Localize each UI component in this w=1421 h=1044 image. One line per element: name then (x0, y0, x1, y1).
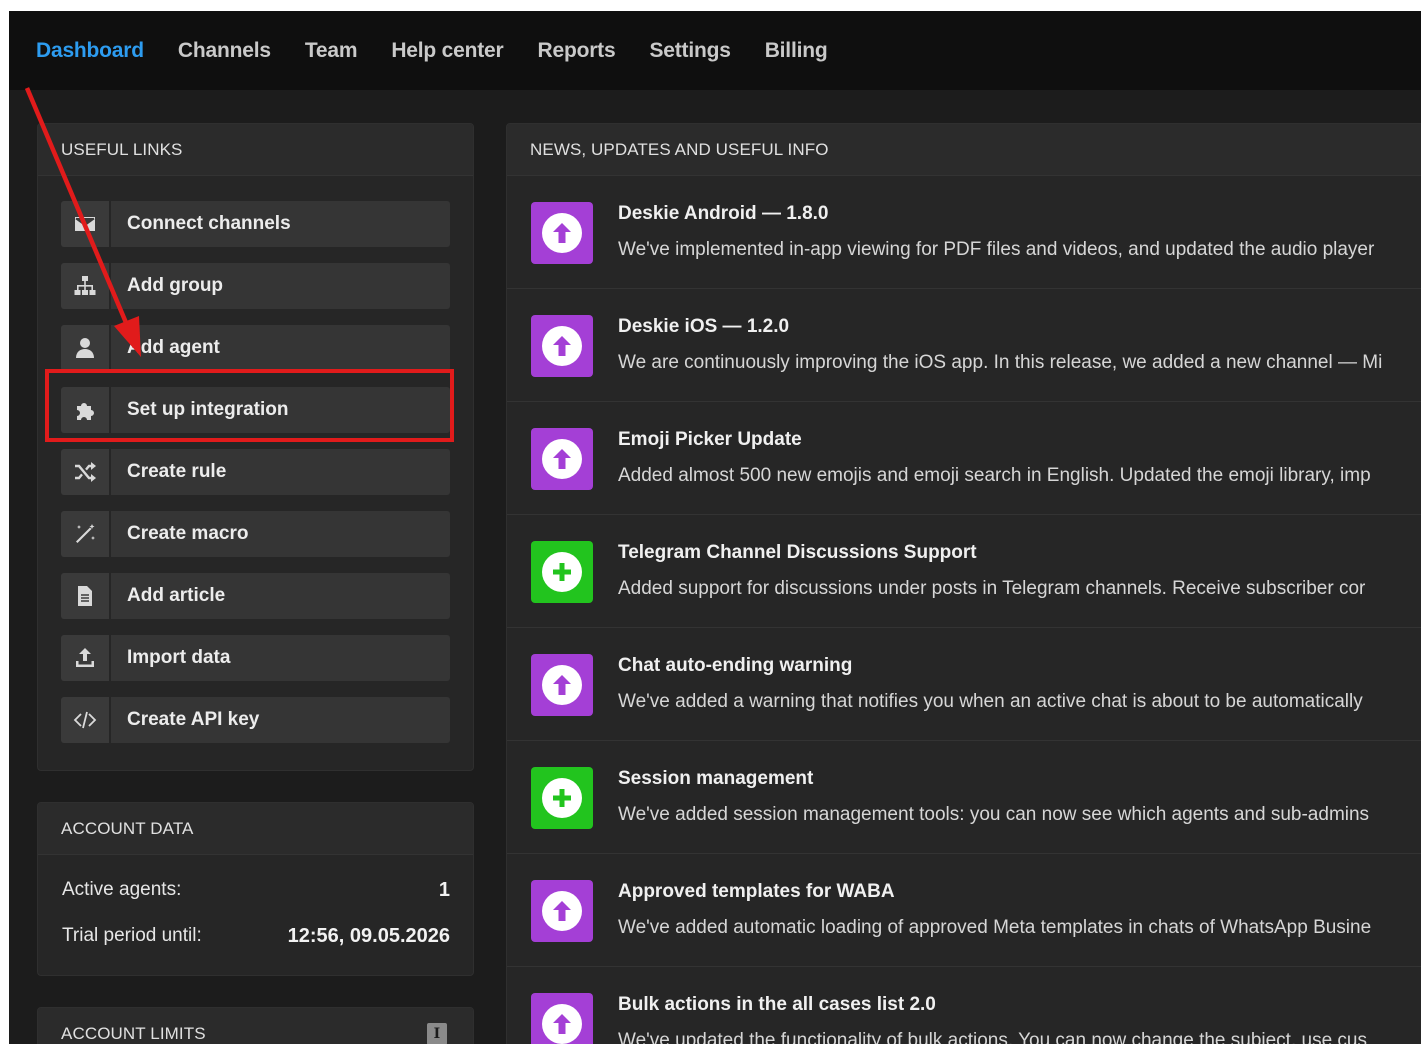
nav-team[interactable]: Team (305, 39, 358, 63)
active-agents-row: Active agents: 1 (38, 867, 473, 913)
plus-icon (531, 767, 593, 829)
news-item-description: We've implemented in-app viewing for PDF… (618, 239, 1375, 260)
news-item-title[interactable]: Chat auto-ending warning (618, 655, 852, 677)
nav-reports[interactable]: Reports (538, 39, 616, 63)
nav-billing[interactable]: Billing (765, 39, 828, 63)
useful-links-panel: USEFUL LINKS Connect channels Add group … (37, 123, 474, 771)
link-label: Add article (111, 573, 450, 619)
document-icon (61, 573, 111, 619)
news-item[interactable]: Emoji Picker Update Added almost 500 new … (507, 402, 1421, 515)
nav-channels[interactable]: Channels (178, 39, 271, 63)
account-limits-title: ACCOUNT LIMITS (61, 1023, 206, 1043)
upload-icon (61, 635, 111, 681)
news-item-description: We've updated the functionality of bulk … (618, 1030, 1367, 1044)
create-api-key-button[interactable]: Create API key (61, 697, 450, 743)
active-agents-value: 1 (438, 878, 450, 901)
magic-wand-icon (61, 511, 111, 557)
news-panel: NEWS, UPDATES AND USEFUL INFO Deskie And… (506, 123, 1421, 1044)
arrow-up-icon (531, 880, 593, 942)
account-data-title: ACCOUNT DATA (38, 803, 473, 855)
add-article-button[interactable]: Add article (61, 573, 450, 619)
sitemap-icon (61, 263, 111, 309)
create-macro-button[interactable]: Create macro (61, 511, 450, 557)
news-item-description: We are continuously improving the iOS ap… (618, 352, 1383, 373)
link-label: Set up integration (111, 387, 450, 433)
link-label: Create rule (111, 449, 450, 495)
news-item-description: We've added automatic loading of approve… (618, 917, 1372, 938)
info-icon[interactable]: i (427, 1023, 447, 1044)
connect-channels-button[interactable]: Connect channels (61, 201, 450, 247)
news-item-description: Added almost 500 new emojis and emoji se… (618, 465, 1371, 486)
trial-period-value: 12:56, 09.05.2026 (287, 924, 450, 947)
useful-links-title: USEFUL LINKS (38, 124, 473, 176)
news-item[interactable]: Telegram Channel Discussions Support Adde… (507, 515, 1421, 628)
app-window: Dashboard Channels Team Help center Repo… (9, 11, 1421, 1044)
news-item-description: Added support for discussions under post… (618, 578, 1366, 599)
news-item-title[interactable]: Approved templates for WABA (618, 881, 895, 903)
trial-period-label: Trial period until: (62, 925, 202, 946)
code-icon (61, 697, 111, 743)
news-item-description: We've added a warning that notifies you … (618, 691, 1363, 712)
arrow-up-icon (531, 993, 593, 1044)
news-item-title[interactable]: Session management (618, 768, 813, 790)
account-data-panel: ACCOUNT DATA Active agents: 1 Trial peri… (37, 802, 474, 976)
useful-links-list: Connect channels Add group Add agent Set… (38, 176, 473, 743)
news-item[interactable]: Session management We've added session ma… (507, 741, 1421, 854)
news-item-title[interactable]: Emoji Picker Update (618, 429, 802, 451)
nav-settings[interactable]: Settings (649, 39, 730, 63)
news-item-description: We've added session management tools: yo… (618, 804, 1370, 825)
news-item[interactable]: Bulk actions in the all cases list 2.0 We… (507, 967, 1421, 1044)
shuffle-icon (61, 449, 111, 495)
news-list: Deskie Android — 1.8.0 We've implemented … (507, 176, 1421, 1044)
news-item[interactable]: Chat auto-ending warning We've added a wa… (507, 628, 1421, 741)
arrow-up-icon (531, 654, 593, 716)
add-agent-button[interactable]: Add agent (61, 325, 450, 371)
link-label: Create API key (111, 697, 450, 743)
link-label: Connect channels (111, 201, 450, 247)
news-item[interactable]: Approved templates for WABA We've added a… (507, 854, 1421, 967)
account-limits-panel: ACCOUNT LIMITS i (37, 1007, 474, 1044)
link-label: Add agent (111, 325, 450, 371)
set-up-integration-button[interactable]: Set up integration (61, 387, 450, 433)
envelope-icon (61, 201, 111, 247)
add-group-button[interactable]: Add group (61, 263, 450, 309)
account-limits-header: ACCOUNT LIMITS i (38, 1008, 473, 1044)
link-label: Create macro (111, 511, 450, 557)
nav-dashboard[interactable]: Dashboard (36, 39, 144, 63)
user-icon (61, 325, 111, 371)
top-navigation: Dashboard Channels Team Help center Repo… (9, 11, 1421, 90)
plus-icon (531, 541, 593, 603)
create-rule-button[interactable]: Create rule (61, 449, 450, 495)
news-item-title[interactable]: Bulk actions in the all cases list 2.0 (618, 994, 936, 1016)
arrow-up-icon (531, 202, 593, 264)
news-item-title[interactable]: Telegram Channel Discussions Support (618, 542, 977, 564)
puzzle-icon (61, 387, 111, 433)
trial-period-row: Trial period until: 12:56, 09.05.2026 (38, 913, 473, 959)
arrow-up-icon (531, 315, 593, 377)
active-agents-label: Active agents: (62, 879, 182, 900)
news-item[interactable]: Deskie Android — 1.8.0 We've implemented … (507, 176, 1421, 289)
link-label: Add group (111, 263, 450, 309)
link-label: Import data (111, 635, 450, 681)
import-data-button[interactable]: Import data (61, 635, 450, 681)
news-item-title[interactable]: Deskie Android — 1.8.0 (618, 203, 828, 225)
arrow-up-icon (531, 428, 593, 490)
news-item[interactable]: Deskie iOS — 1.2.0 We are continuously im… (507, 289, 1421, 402)
news-title: NEWS, UPDATES AND USEFUL INFO (507, 124, 1421, 176)
news-item-title[interactable]: Deskie iOS — 1.2.0 (618, 316, 789, 338)
nav-help-center[interactable]: Help center (391, 39, 503, 63)
